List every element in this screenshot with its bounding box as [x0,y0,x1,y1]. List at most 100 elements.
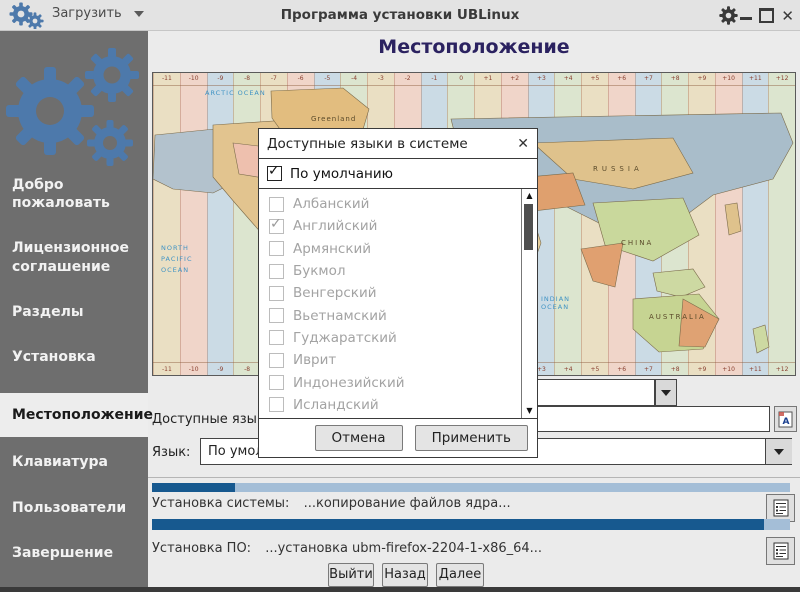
timezone-column[interactable]: -8-8 [233,73,260,375]
timezone-column[interactable]: +9+9 [688,73,715,375]
language-list-item[interactable]: Индонезийский [259,371,521,393]
minimize-icon[interactable] [740,17,752,20]
language-item-label: Албанский [293,196,369,212]
next-button[interactable]: Далее [436,563,484,587]
utc-offset-label: +6 [609,366,635,373]
utc-offset-label: +3 [529,75,555,82]
window-bottom-edge [0,587,800,592]
sidebar: Добро пожаловать Лицензионное соглашение Р… [0,31,148,592]
utc-offset-label: +11 [743,366,769,373]
checkbox-icon [269,353,284,368]
dialog-close-icon[interactable]: ✕ [517,136,529,152]
language-item-label: Иврит [293,352,336,368]
cancel-button[interactable]: Отмена [315,425,403,451]
language-list-item[interactable]: Венгерский [259,282,521,304]
utc-offset-label: +1 [475,75,501,82]
system-progress-bar [152,483,790,492]
apply-button[interactable]: Применить [415,425,528,451]
checkbox-icon [269,286,284,301]
close-window-icon[interactable]: ✕ [781,9,794,23]
utc-offset-label: -9 [208,75,234,82]
timezone-column[interactable]: +12+12 [768,73,795,375]
timezone-column[interactable]: +8+8 [661,73,688,375]
utc-offset-label: +5 [582,366,608,373]
timezone-dropdown-button[interactable] [655,379,677,406]
checkbox-icon [269,264,284,279]
system-log-button[interactable] [766,494,795,522]
software-progress-bar [152,519,790,530]
utc-offset-label: -7 [261,75,287,82]
language-list-viewport: Албанский Английский АрмянскийБукмолВенгер… [259,189,537,418]
checkbox-icon [269,241,284,256]
language-item-label: Английский [293,218,377,234]
dialog-footer: Отмена Применить [259,418,537,457]
utc-offset-label: +10 [716,366,742,373]
sidebar-item[interactable]: Завершение [0,544,148,562]
sidebar-item[interactable]: Разделы [0,303,148,321]
utc-offset-label: -8 [234,366,260,373]
language-list-item[interactable]: Гуджаратский [259,327,521,349]
checkbox-checked-icon[interactable] [267,166,282,181]
software-progress-fill [152,519,764,530]
language-list-item[interactable]: Итальянский [259,416,521,418]
sidebar-item[interactable]: Добро пожаловать [0,176,148,212]
timezone-column[interactable]: -11 -11 [153,73,180,375]
checkbox-icon [269,197,284,212]
timezone-column[interactable]: -9-9 [207,73,234,375]
translate-button[interactable]: A [774,406,797,432]
settings-gear-icon[interactable] [719,6,738,25]
software-log-button[interactable] [766,537,795,565]
chevron-down-icon [774,449,784,455]
utc-offset-label: 0 [448,75,474,82]
maximize-icon[interactable] [759,8,774,23]
default-language-row[interactable]: По умолчанию [259,159,537,189]
timezone-column[interactable]: +7+7 [635,73,662,375]
sidebar-item[interactable]: Клавиатура [0,453,148,471]
quit-button[interactable]: Выйти [328,563,374,587]
timezone-column[interactable]: +6 +6 [608,73,635,375]
utc-offset-label: +7 [636,75,662,82]
back-button[interactable]: Назад [382,563,428,587]
utc-offset-label: +4 [555,75,581,82]
app-gears-icon [8,2,44,29]
language-list: Албанский Английский АрмянскийБукмолВенгер… [259,193,521,418]
scroll-down-icon[interactable]: ▼ [522,405,537,417]
language-item-label: Исландский [293,397,379,413]
scroll-up-icon[interactable]: ▲ [522,190,537,202]
utc-offset-label: -11 [154,366,180,373]
language-dropdown-button[interactable] [765,439,792,464]
scrollbar-thumb[interactable] [524,204,533,250]
window-controls: ✕ [740,8,794,23]
utc-offset-label: +5 [582,75,608,82]
system-progress-status: ...копирование файлов ядра... [304,496,511,511]
checkbox-icon [269,397,284,412]
utc-offset-label: -11 [154,75,180,82]
software-progress-status: ...установка ubm-firefox-2204-1-x86_64..… [265,541,542,556]
utc-offset-label: +6 [609,75,635,82]
load-menu-button[interactable]: Загрузить [52,6,144,21]
sidebar-item[interactable]: Пользователи [0,499,148,517]
checkbox-icon [269,375,284,390]
dialog-header: Доступные языки в системе ✕ [259,129,537,159]
timezone-column[interactable]: +5 +5 [581,73,608,375]
sidebar-item[interactable]: Лицензионное соглашение [0,239,148,275]
load-menu-label: Загрузить [52,6,122,21]
timezone-column[interactable]: +11+11 [742,73,769,375]
timezone-column[interactable]: +4+4 [554,73,581,375]
utc-offset-label: -6 [288,75,314,82]
sidebar-item[interactable]: Установка [0,348,148,366]
language-list-item[interactable]: Вьетнамский [259,304,521,326]
language-list-item[interactable]: Исландский [259,394,521,416]
timezone-column[interactable]: -10-10 [180,73,207,375]
system-progress-label: Установка системы: [152,496,289,511]
language-list-item[interactable]: Английский [259,215,521,237]
language-label: Язык: [152,445,190,460]
language-list-item[interactable]: Букмол [259,260,521,282]
scrollbar[interactable]: ▲ ▼ [521,189,537,418]
sidebar-item[interactable]: Местоположение [0,393,148,437]
language-list-item[interactable]: Албанский [259,193,521,215]
language-list-item[interactable]: Армянский [259,238,521,260]
language-item-label: Вьетнамский [293,308,387,324]
timezone-column[interactable]: +10+10 [715,73,742,375]
language-list-item[interactable]: Иврит [259,349,521,371]
